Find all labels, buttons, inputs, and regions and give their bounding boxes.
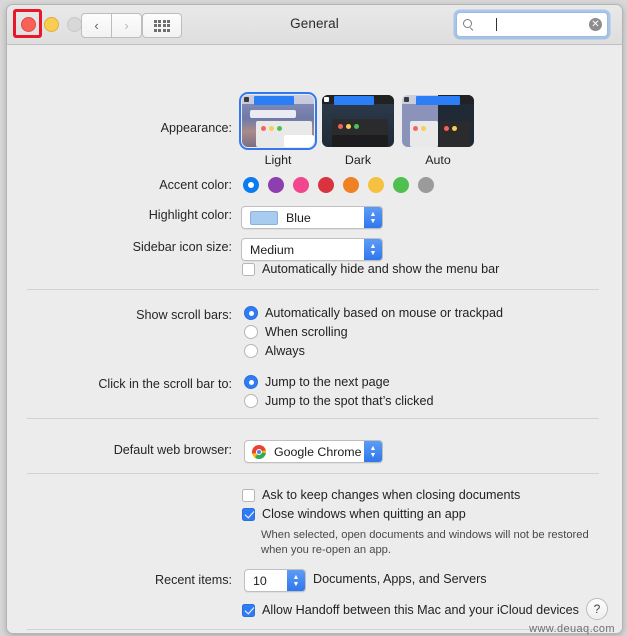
scroll-bars-option-auto[interactable]: Automatically based on mouse or trackpad	[244, 306, 503, 320]
accent-swatch-red[interactable]	[318, 177, 334, 193]
auto-hide-menu-bar-checkbox[interactable]	[242, 262, 255, 276]
scroll-bars-label-when-scrolling: When scrolling	[265, 325, 348, 339]
click-scroll-option-spot-clicked[interactable]: Jump to the spot that’s clicked	[244, 394, 433, 408]
appearance-options: Light Dark Auto	[239, 92, 477, 167]
chrome-icon	[252, 444, 266, 459]
window-title-bar: ‹ › General ✕	[7, 5, 622, 45]
accent-color-swatches	[243, 177, 434, 193]
show-scroll-bars-label-row: Show scroll bars:	[67, 308, 232, 322]
accent-swatch-graphite[interactable]	[418, 177, 434, 193]
default-browser-value: Google Chrome	[274, 444, 362, 459]
click-scroll-option-next-page[interactable]: Jump to the next page	[244, 375, 390, 389]
chevron-updown-icon[interactable]: ▲ ▼	[364, 207, 382, 228]
click-scroll-bar-label-row: Click in the scroll bar to:	[67, 377, 232, 391]
clear-search-icon[interactable]: ✕	[589, 18, 602, 31]
handoff-label: Allow Handoff between this Mac and your …	[262, 603, 579, 617]
highlight-color-value: Blue	[286, 210, 311, 225]
recent-items-label: Recent items:	[155, 573, 232, 587]
recent-items-suffix: Documents, Apps, and Servers	[313, 572, 487, 586]
click-scroll-radio-next-page[interactable]	[244, 375, 258, 389]
close-windows-checkbox[interactable]	[242, 507, 255, 521]
handoff-checkbox[interactable]	[242, 603, 255, 617]
scroll-bars-option-always[interactable]: Always	[244, 344, 305, 358]
appearance-label-row: Appearance:	[67, 121, 232, 135]
watermark: www.deuaq.com	[529, 623, 615, 635]
ask-keep-changes-row[interactable]: Ask to keep changes when closing documen…	[242, 488, 520, 502]
accent-swatch-pink[interactable]	[293, 177, 309, 193]
sidebar-icon-size-label: Sidebar icon size:	[132, 240, 232, 254]
sidebar-icon-size-value: Medium	[250, 242, 295, 257]
system-preferences-window: ‹ › General ✕ Appearance: Light Dark Aut…	[6, 4, 623, 634]
handoff-row[interactable]: Allow Handoff between this Mac and your …	[242, 603, 579, 617]
section-divider	[27, 289, 599, 290]
scroll-bars-option-when-scrolling[interactable]: When scrolling	[244, 325, 348, 339]
chevron-updown-icon[interactable]: ▲ ▼	[287, 570, 305, 591]
recent-items-value: 10	[253, 573, 267, 588]
accent-swatch-orange[interactable]	[343, 177, 359, 193]
appearance-option-auto[interactable]: Auto	[399, 95, 477, 167]
scroll-bars-radio-auto[interactable]	[244, 306, 258, 320]
appearance-label-auto: Auto	[425, 153, 451, 167]
search-icon	[463, 19, 474, 30]
accent-color-label-row: Accent color:	[67, 178, 232, 192]
text-cursor	[496, 18, 497, 31]
highlight-color-swatch	[250, 210, 278, 225]
auto-hide-menu-bar-row[interactable]: Automatically hide and show the menu bar	[242, 262, 499, 276]
click-scroll-label-spot-clicked: Jump to the spot that’s clicked	[265, 394, 434, 408]
close-windows-row[interactable]: Close windows when quitting an app	[242, 507, 466, 521]
preferences-content: Appearance: Light Dark Auto Accent color…	[7, 45, 622, 633]
appearance-label: Appearance:	[160, 121, 232, 135]
close-windows-help-text: When selected, open documents and window…	[261, 529, 589, 556]
click-scroll-radio-spot-clicked[interactable]	[244, 394, 258, 408]
default-browser-label: Default web browser:	[113, 443, 232, 457]
sidebar-icon-size-select[interactable]: Medium ▲ ▼	[241, 238, 383, 261]
scroll-bars-radio-always[interactable]	[244, 344, 258, 358]
highlight-color-select[interactable]: Blue ▲ ▼	[241, 206, 383, 229]
scroll-bars-label-always: Always	[265, 344, 305, 358]
highlight-color-label-row: Highlight color:	[67, 208, 232, 222]
chevron-updown-icon[interactable]: ▲ ▼	[364, 239, 382, 260]
accent-color-label: Accent color:	[159, 178, 232, 192]
appearance-thumb-dark[interactable]	[322, 95, 394, 147]
help-button[interactable]: ?	[586, 598, 608, 620]
recent-items-label-row: Recent items:	[67, 573, 232, 587]
accent-swatch-purple[interactable]	[268, 177, 284, 193]
sidebar-icon-size-label-row: Sidebar icon size:	[67, 240, 232, 254]
recent-items-select[interactable]: 10 ▲ ▼	[244, 569, 306, 592]
section-divider	[27, 418, 599, 419]
search-field[interactable]: ✕	[456, 12, 608, 37]
appearance-thumb-auto[interactable]	[402, 95, 474, 147]
accent-swatch-yellow[interactable]	[368, 177, 384, 193]
show-scroll-bars-label: Show scroll bars:	[136, 308, 232, 322]
accent-swatch-blue[interactable]	[243, 177, 259, 193]
appearance-option-dark[interactable]: Dark	[319, 95, 397, 167]
appearance-thumb-light[interactable]	[239, 92, 317, 150]
scroll-bars-radio-when-scrolling[interactable]	[244, 325, 258, 339]
appearance-label-light: Light	[264, 153, 292, 167]
appearance-option-light[interactable]: Light	[239, 92, 317, 167]
ask-keep-changes-checkbox[interactable]	[242, 488, 255, 502]
scroll-bars-label-auto: Automatically based on mouse or trackpad	[265, 306, 504, 320]
default-browser-label-row: Default web browser:	[67, 443, 232, 457]
close-windows-label: Close windows when quitting an app	[262, 507, 466, 521]
highlight-color-label: Highlight color:	[148, 208, 232, 222]
default-browser-select[interactable]: Google Chrome ▲ ▼	[244, 440, 383, 463]
section-divider	[27, 473, 599, 474]
appearance-label-dark: Dark	[344, 153, 372, 167]
auto-hide-menu-bar-label: Automatically hide and show the menu bar	[262, 262, 500, 276]
section-divider	[27, 629, 599, 630]
chevron-updown-icon[interactable]: ▲ ▼	[364, 441, 382, 462]
click-scroll-label-next-page: Jump to the next page	[265, 375, 390, 389]
ask-keep-changes-label: Ask to keep changes when closing documen…	[262, 488, 521, 502]
accent-swatch-green[interactable]	[393, 177, 409, 193]
click-scroll-bar-label: Click in the scroll bar to:	[98, 377, 232, 391]
